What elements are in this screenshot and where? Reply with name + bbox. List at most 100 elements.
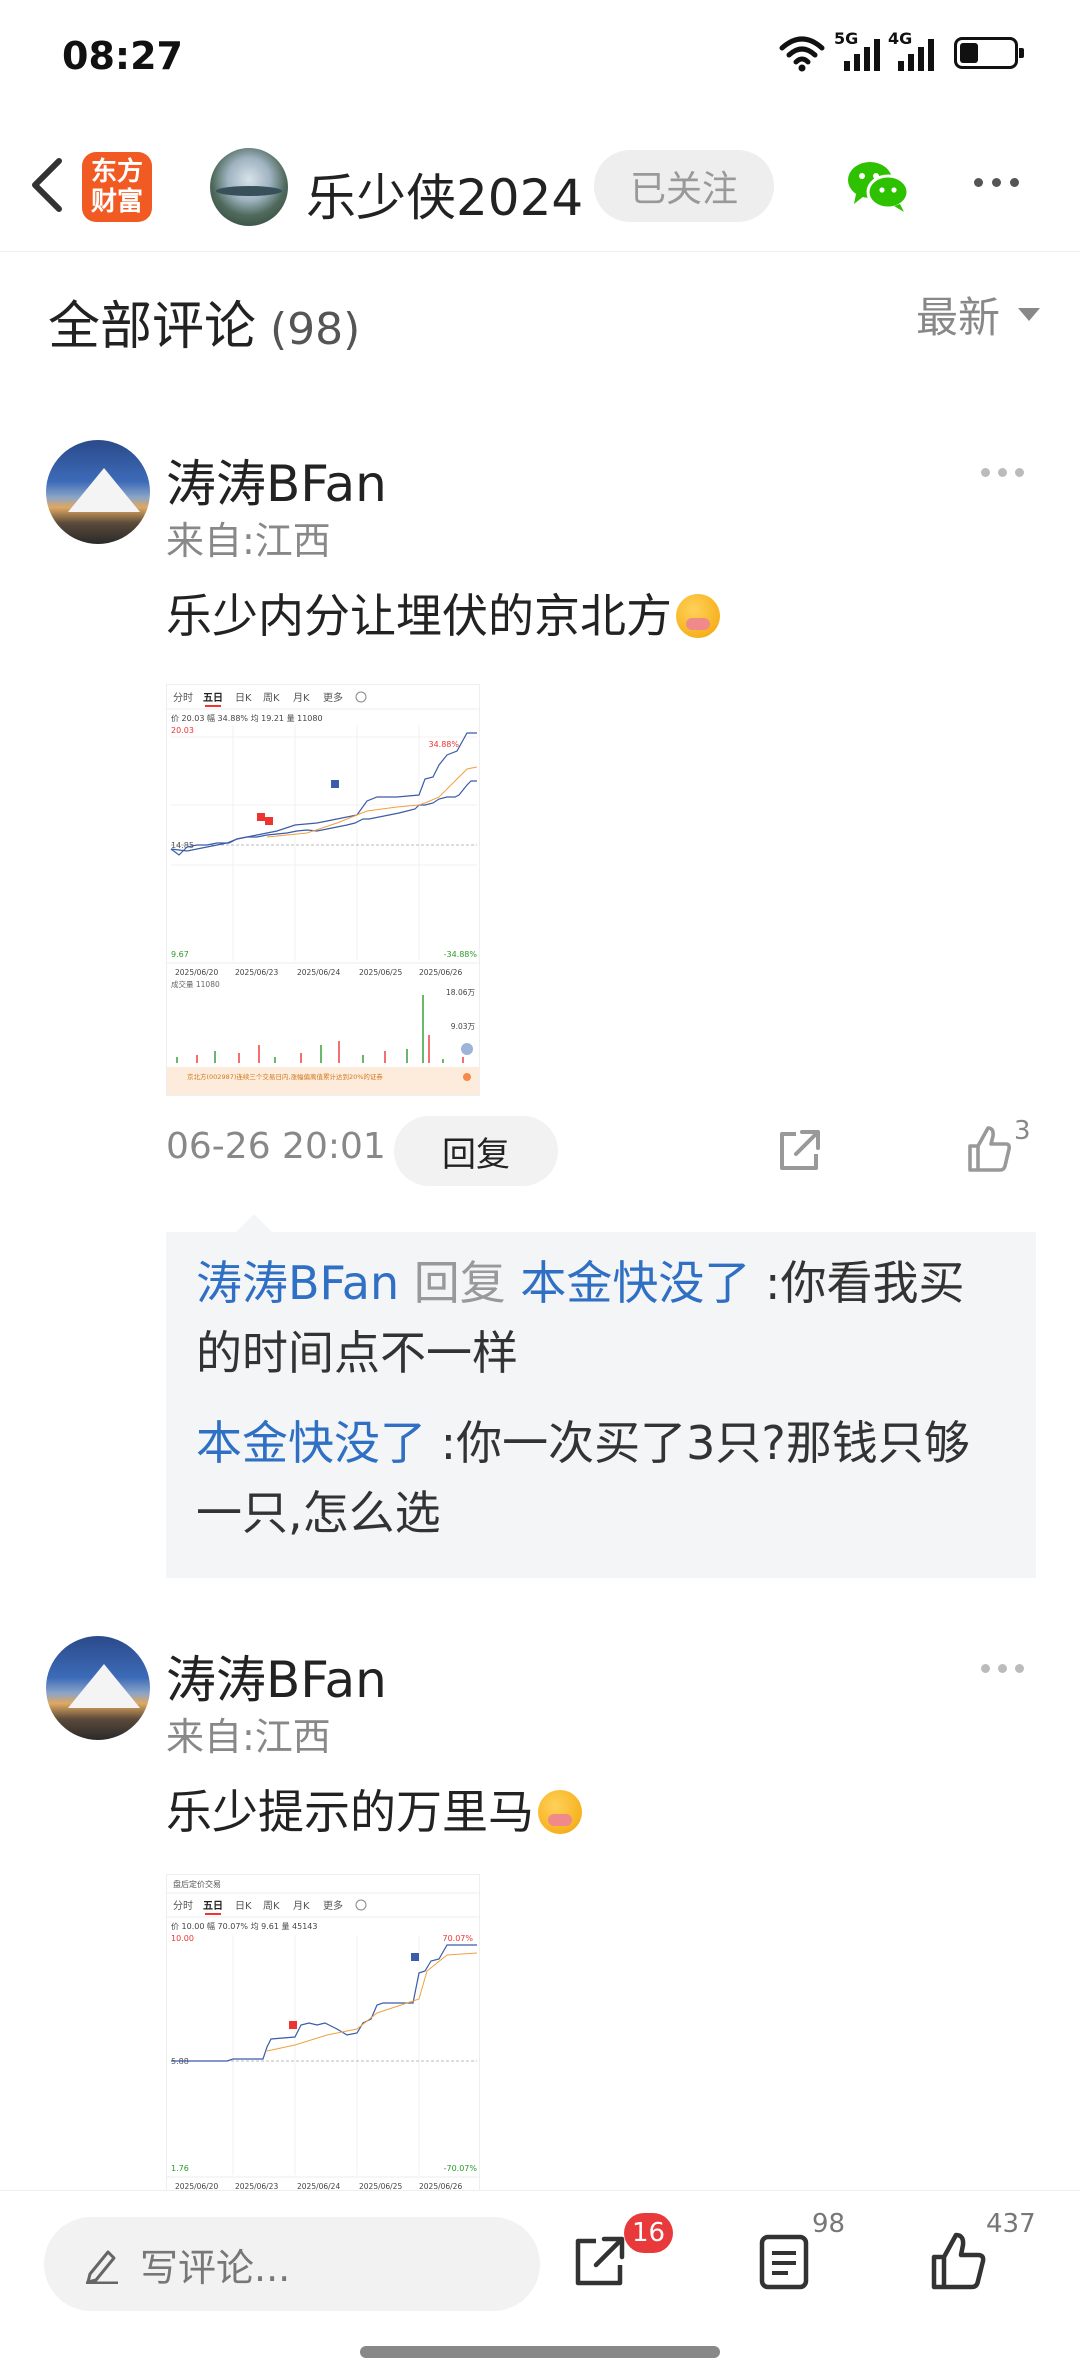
buy-marker: [257, 813, 265, 821]
sort-label: 最新: [915, 293, 1000, 342]
comment-text: 乐少内分让埋伏的京北方: [166, 580, 720, 646]
comment-item: 涛涛BFan 来自:江西 乐少内分让埋伏的京北方 分时 五日 日K 周K 月K …: [0, 440, 1080, 1200]
comment-more-button[interactable]: [981, 468, 1024, 477]
thumbs-up-icon: [968, 1126, 1011, 1172]
price-line: [170, 780, 477, 856]
comment-input-placeholder: 写评论...: [140, 2245, 291, 2290]
app-logo[interactable]: 东方财富: [82, 152, 152, 222]
home-indicator[interactable]: [360, 2346, 720, 2358]
battery-icon: [954, 37, 1024, 69]
comments-count-label: 98: [812, 2209, 846, 2239]
commenter-avatar[interactable]: [46, 440, 150, 544]
chart-tab: 更多: [323, 1899, 343, 1912]
volume-label: 成交量 11080: [171, 979, 220, 989]
commenter-location: 来自:江西: [166, 519, 331, 563]
signal-5g-icon: 5G: [834, 29, 880, 71]
chart-tab: 月K: [293, 1900, 310, 1912]
active-tab-underline: [205, 1913, 221, 1915]
chart-bottom-price: 9.67: [171, 950, 189, 959]
price-line: [171, 1944, 477, 2062]
comment-list-icon: [759, 2234, 809, 2290]
share-button[interactable]: [570, 2231, 632, 2293]
network-5g-label: 5G: [834, 29, 859, 48]
reply-item[interactable]: 本金快没了 :你一次买了3只?那钱只够一只,怎么选: [196, 1408, 1006, 1548]
wechat-icon: [848, 162, 910, 212]
author-name[interactable]: 乐少侠2024: [306, 158, 583, 230]
commenter-name[interactable]: 涛涛BFan: [166, 1640, 387, 1712]
blushing-emoji-icon: [538, 1790, 582, 1834]
reply-item[interactable]: 涛涛BFan 回复 本金快没了 :你看我买的时间点不一样: [196, 1248, 1006, 1388]
chart-mid-price: 14.85: [171, 841, 194, 850]
chart-bottom-pct: -34.88%: [444, 950, 478, 959]
chart-tab: 日K: [235, 1901, 252, 1912]
comment-time: 06-26 20:01: [166, 1126, 386, 1167]
comment-input[interactable]: 写评论...: [44, 2217, 540, 2311]
chart-tab: 周K: [263, 1900, 280, 1912]
chart-settings-icon: [355, 691, 367, 703]
reply-target-user[interactable]: 本金快没了: [520, 1256, 750, 1310]
chart-settings-icon: [355, 1899, 367, 1911]
volume-top: 18.06万: [446, 988, 475, 997]
sort-dropdown[interactable]: 最新: [916, 284, 1040, 345]
comments-title: 全部评论: [48, 297, 257, 357]
average-line: [266, 1952, 478, 2052]
status-icons: 5G 4G: [778, 29, 1024, 72]
comments-heading: 全部评论 (98): [48, 284, 360, 359]
reply-user[interactable]: 本金快没了: [196, 1416, 426, 1470]
volume-refresh-icon: [461, 1043, 473, 1055]
chart-info: 价 20.03 幅 34.88% 均 19.21 量 11080: [171, 713, 323, 723]
more-options-button[interactable]: [974, 178, 1019, 187]
sell-marker: [331, 780, 339, 788]
chart-date-tick: 2025/06/26: [419, 968, 462, 977]
chart-info: 价 10.00 幅 70.07% 均 9.61 量 45143: [171, 1921, 317, 1931]
chart-date-tick: 2025/06/25: [359, 968, 402, 977]
like-button[interactable]: [928, 2231, 990, 2293]
comment-image-stock-chart[interactable]: 盘后定价交易 分时 五日 日K 周K 月K 更多 价 10.00 幅 70.07…: [166, 1874, 480, 2194]
author-avatar[interactable]: [210, 148, 288, 226]
chart-tab: 分时: [173, 692, 193, 704]
share-count-badge: 16: [624, 2213, 674, 2253]
chart-date-tick: 2025/06/23: [235, 968, 278, 977]
commenter-location: 来自:江西: [166, 1715, 331, 1759]
share-icon: [575, 2236, 625, 2286]
chart-tab-active: 五日: [203, 1900, 223, 1912]
status-time: 08:27: [62, 34, 183, 78]
chart-date-tick: 2025/06/24: [297, 968, 340, 977]
thumbs-up-icon: [931, 2232, 986, 2290]
volume-mid: 9.03万: [451, 1022, 476, 1031]
chart-header: 盘后定价交易: [173, 1879, 221, 1889]
chart-notice-banner: [167, 1067, 479, 1095]
comment-text: 乐少提示的万里马: [166, 1776, 582, 1842]
chart-bottom-price: 1.76: [171, 2164, 189, 2173]
comment-share-button[interactable]: [774, 1126, 824, 1176]
comment-more-button[interactable]: [981, 1664, 1024, 1673]
chart-top-price: 20.03: [171, 726, 194, 735]
share-icon: [780, 1130, 820, 1170]
notice-close-icon: [463, 1073, 471, 1081]
wifi-icon: [779, 36, 825, 72]
reply-button[interactable]: 回复: [394, 1116, 558, 1186]
commenter-avatar[interactable]: [46, 1636, 150, 1740]
average-line: [266, 766, 478, 838]
chart-notice-text: 京北方(002987)连续三个交易日内,涨幅偏离值累计达到20%的证券: [187, 1072, 383, 1081]
commenter-name[interactable]: 涛涛BFan: [166, 444, 387, 516]
comment-image-stock-chart[interactable]: 分时 五日 日K 周K 月K 更多 价 20.03 幅 34.88% 均 19.…: [166, 684, 480, 1096]
sell-marker: [411, 1953, 419, 1961]
wechat-share-button[interactable]: [846, 158, 910, 214]
chart-tab: 更多: [323, 691, 343, 704]
comments-button[interactable]: [754, 2231, 816, 2293]
buy-marker: [265, 817, 273, 825]
replies-box: 涛涛BFan 回复 本金快没了 :你看我买的时间点不一样 本金快没了 :你一次买…: [166, 1214, 1036, 1578]
volume-bars: [176, 995, 464, 1063]
status-bar: 08:27 5G 4G: [0, 0, 1080, 110]
chart-top-pct: 34.88%: [428, 740, 459, 749]
reply-word: 回复: [413, 1256, 506, 1310]
comment-text-content: 乐少提示的万里马: [166, 1785, 534, 1839]
caret-down-icon: [1018, 308, 1040, 321]
comment-item: 涛涛BFan 来自:江西 乐少提示的万里马 盘后定价交易 分时 五日 日K 周K…: [0, 1636, 1080, 2196]
chart-tab: 月K: [293, 692, 310, 704]
follow-button[interactable]: 已关注: [594, 150, 774, 222]
chart-tab: 分时: [173, 1900, 193, 1912]
reply-user[interactable]: 涛涛BFan: [196, 1256, 399, 1310]
back-button[interactable]: [22, 150, 72, 220]
